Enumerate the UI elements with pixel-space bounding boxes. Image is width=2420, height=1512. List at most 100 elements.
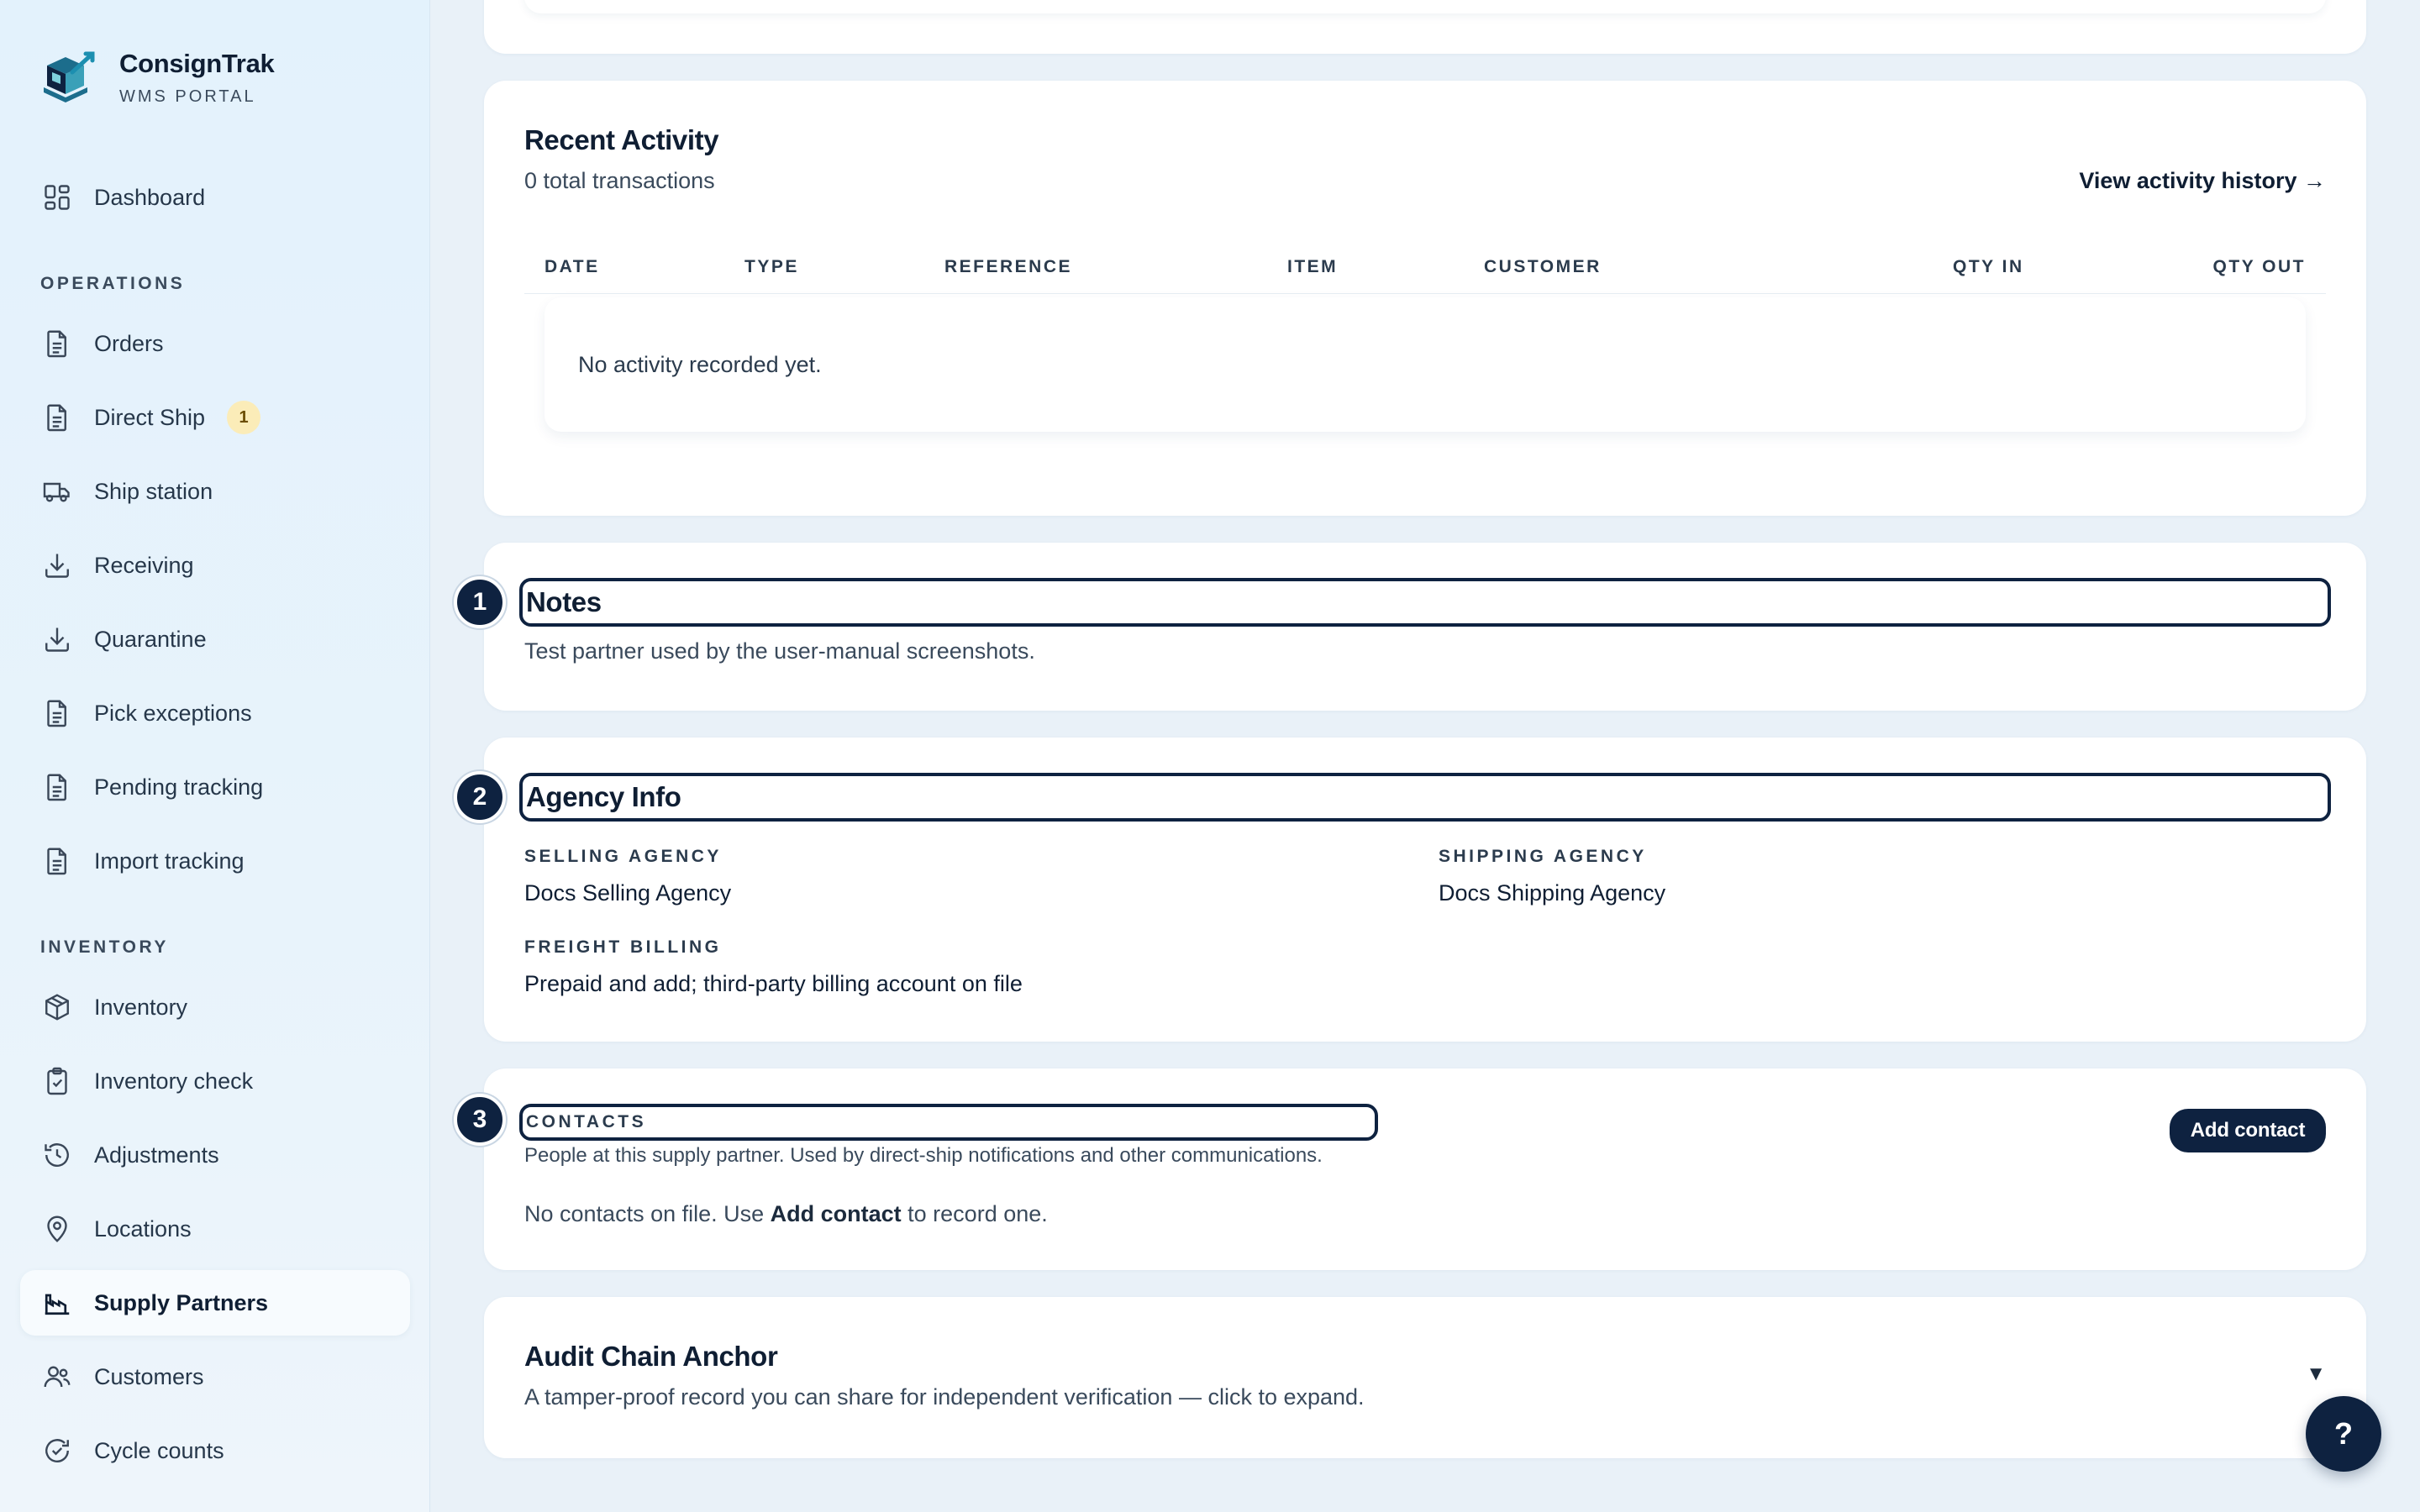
sidebar-item-receiving[interactable]: Receiving [20, 533, 410, 598]
sidebar-item-inventory-check[interactable]: Inventory check [20, 1048, 410, 1114]
notes-title-highlight: Notes [519, 578, 2331, 627]
sidebar-item-label: Dashboard [94, 184, 206, 210]
column-header-customer[interactable]: CUSTOMER [1484, 240, 1602, 294]
shipping-agency-value: Docs Shipping Agency [1439, 880, 1666, 906]
sidebar-item-quarantine[interactable]: Quarantine [20, 606, 410, 672]
selling-agency-label: SELLING AGENCY [524, 847, 722, 866]
sidebar-item-label: Pending tracking [94, 774, 264, 800]
document-icon [40, 401, 74, 434]
sidebar-item-orders[interactable]: Orders [20, 311, 410, 376]
notes-title: Notes [526, 586, 602, 617]
sidebar-item-pick-exceptions[interactable]: Pick exceptions [20, 680, 410, 746]
contacts-empty-suffix: to record one. [901, 1201, 1048, 1226]
document-icon [40, 327, 74, 360]
nav-section-inventory: INVENTORY [40, 937, 169, 957]
sidebar-item-adjustments[interactable]: Adjustments [20, 1122, 410, 1188]
step-marker-2: 2 [454, 771, 506, 823]
download-icon [40, 622, 74, 656]
document-icon [40, 770, 74, 804]
contacts-empty-prefix: No contacts on file. Use [524, 1201, 771, 1226]
sidebar: ConsignTrak WMS PORTAL Dashboard OPERATI… [0, 0, 430, 1512]
factory-icon [40, 1286, 74, 1320]
nav-section-operations: OPERATIONS [40, 274, 186, 293]
count-badge: 1 [227, 401, 261, 434]
contacts-title: CONTACTS [526, 1112, 647, 1131]
sidebar-item-label: Direct Ship [94, 404, 206, 430]
sidebar-item-label: Import tracking [94, 848, 245, 874]
sidebar-item-ship-station[interactable]: Ship station [20, 459, 410, 524]
recent-activity-title: Recent Activity [524, 124, 719, 155]
column-header-date[interactable]: DATE [544, 240, 600, 294]
grid-icon [40, 181, 74, 214]
sidebar-item-pending-tracking[interactable]: Pending tracking [20, 754, 410, 820]
contacts-empty-strong: Add contact [770, 1201, 902, 1226]
sidebar-item-cycle-counts[interactable]: Cycle counts [20, 1418, 410, 1483]
notes-text: Test partner used by the user-manual scr… [524, 638, 1035, 664]
clipboard-check-icon [40, 1064, 74, 1098]
brand-subtitle: WMS PORTAL [119, 87, 256, 106]
sidebar-item-label: Pick exceptions [94, 700, 252, 726]
contacts-description: People at this supply partner. Used by d… [524, 1144, 1323, 1167]
help-button[interactable]: ? [2306, 1396, 2381, 1472]
freight-billing-label: FREIGHT BILLING [524, 937, 722, 957]
audit-chain-description: A tamper-proof record you can share for … [524, 1384, 1365, 1410]
sidebar-item-label: Quarantine [94, 626, 207, 652]
add-contact-button[interactable]: Add contact [2170, 1109, 2326, 1152]
column-header-qty-out[interactable]: QTY OUT [2213, 240, 2306, 294]
previous-card [484, 0, 2366, 54]
map-pin-icon [40, 1212, 74, 1246]
sidebar-item-label: Inventory check [94, 1068, 254, 1094]
audit-chain-card[interactable]: Audit Chain Anchor A tamper-proof record… [484, 1297, 2366, 1458]
sidebar-item-label: Ship station [94, 478, 213, 504]
sidebar-item-dashboard[interactable]: Dashboard [20, 165, 410, 230]
sidebar-item-direct-ship[interactable]: Direct Ship 1 [20, 385, 410, 450]
document-icon [40, 696, 74, 730]
sidebar-item-customers[interactable]: Customers [20, 1344, 410, 1410]
column-header-item[interactable]: ITEM [1287, 240, 1338, 294]
activity-empty-state: No activity recorded yet. [544, 297, 2306, 432]
column-header-reference[interactable]: REFERENCE [944, 240, 1072, 294]
contacts-card: CONTACTS People at this supply partner. … [484, 1068, 2366, 1270]
expand-toggle-icon[interactable]: ▼ [2306, 1362, 2326, 1386]
agency-info-card: Agency Info SELLING AGENCY Docs Selling … [484, 738, 2366, 1042]
activity-empty-text: No activity recorded yet. [578, 352, 822, 377]
sidebar-item-label: Receiving [94, 552, 194, 578]
sidebar-item-supply-partners[interactable]: Supply Partners [20, 1270, 410, 1336]
audit-chain-title: Audit Chain Anchor [524, 1341, 778, 1372]
sidebar-item-import-tracking[interactable]: Import tracking [20, 828, 410, 894]
sidebar-item-label: Cycle counts [94, 1437, 224, 1463]
contacts-empty-text: No contacts on file. Use Add contact to … [524, 1201, 1048, 1227]
sidebar-item-label: Supply Partners [94, 1289, 269, 1315]
brand-name: ConsignTrak [119, 48, 275, 78]
sidebar-item-inventory[interactable]: Inventory [20, 974, 410, 1040]
users-icon [40, 1360, 74, 1394]
sidebar-item-label: Orders [94, 330, 164, 356]
shipping-agency-label: SHIPPING AGENCY [1439, 847, 1647, 866]
history-icon [40, 1138, 74, 1172]
activity-table-header: DATE TYPE REFERENCE ITEM CUSTOMER QTY IN… [524, 240, 2326, 294]
contacts-title-highlight: CONTACTS [519, 1104, 1378, 1141]
sidebar-item-label: Customers [94, 1363, 204, 1389]
document-icon [40, 844, 74, 878]
truck-icon [40, 475, 74, 508]
column-header-qty-in[interactable]: QTY IN [1953, 240, 2024, 294]
box-icon [40, 990, 74, 1024]
step-marker-3: 3 [454, 1094, 506, 1146]
view-activity-history-link[interactable]: View activity history → [2079, 168, 2326, 194]
agency-title-highlight: Agency Info [519, 773, 2331, 822]
sidebar-item-label: Inventory [94, 994, 188, 1020]
recent-activity-subtitle: 0 total transactions [524, 168, 715, 193]
column-header-type[interactable]: TYPE [744, 240, 799, 294]
sidebar-item-label: Locations [94, 1215, 192, 1242]
refresh-check-icon [40, 1434, 74, 1467]
step-marker-1: 1 [454, 576, 506, 628]
brand[interactable]: ConsignTrak WMS PORTAL [40, 47, 275, 108]
previous-card-inner [524, 0, 2326, 13]
download-icon [40, 549, 74, 582]
notes-card: Notes Test partner used by the user-manu… [484, 543, 2366, 711]
sidebar-item-label: Adjustments [94, 1142, 219, 1168]
freight-billing-value: Prepaid and add; third-party billing acc… [524, 971, 1023, 996]
sidebar-item-locations[interactable]: Locations [20, 1196, 410, 1262]
recent-activity-card: Recent Activity 0 total transactions Vie… [484, 81, 2366, 516]
selling-agency-value: Docs Selling Agency [524, 880, 732, 906]
